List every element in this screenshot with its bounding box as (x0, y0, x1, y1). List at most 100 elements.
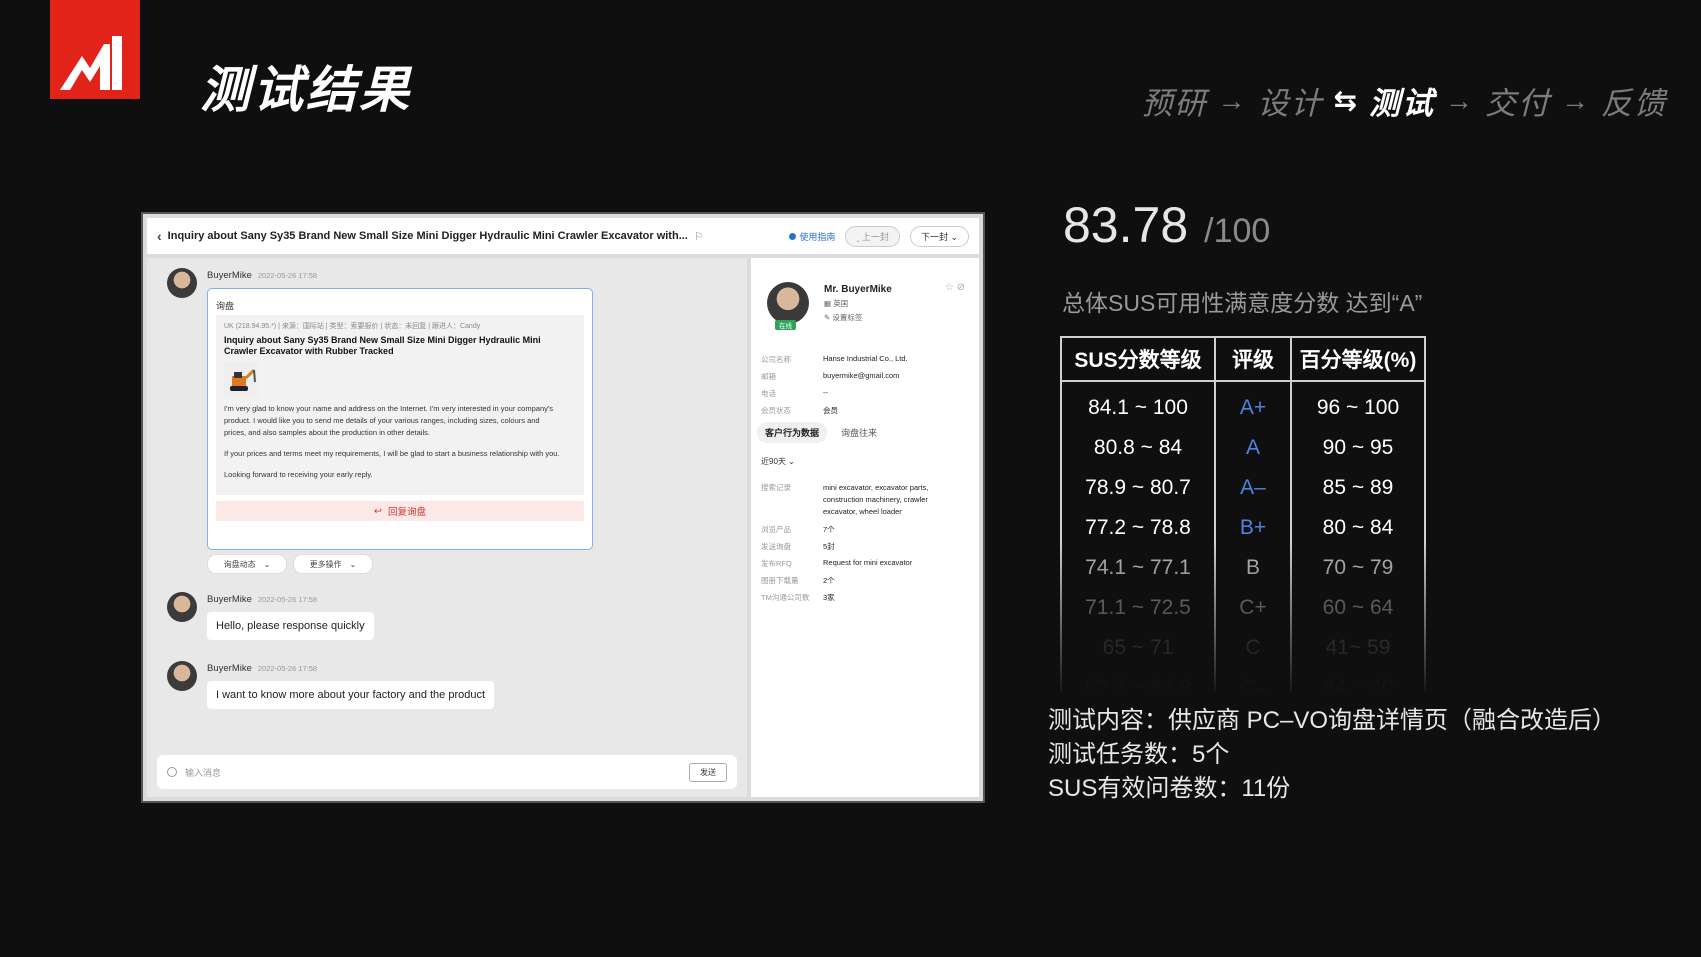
flag-icon[interactable]: ⚐ (694, 230, 704, 243)
field-key: 发送询盘 (761, 542, 791, 551)
sender-name: BuyerMike (207, 270, 252, 281)
percentile-cell: 85 ~ 89 (1290, 468, 1426, 508)
field-value: 3家 (823, 593, 835, 602)
arrow-right-icon: → (1445, 84, 1475, 116)
grade-cell: A+ (1214, 381, 1292, 428)
inquiry-header: ‹ Inquiry about Sany Sy35 Brand New Smal… (147, 218, 979, 254)
profile-actions: ☆ ⊘ (945, 282, 965, 293)
sus-score: 83.78/100 (1063, 196, 1270, 254)
sender-name: BuyerMike (207, 663, 252, 674)
tab-inquiry-history[interactable]: 询盘往来 (833, 422, 885, 443)
step-test: 测试 (1369, 86, 1435, 121)
action-label: 询盘动态 (223, 559, 256, 569)
questionnaire-count-note: SUS有效问卷数：11份 (1048, 775, 1291, 802)
behavior-field: 图册下载量 2个 (761, 575, 835, 586)
field-key: TM沟通公司数 (761, 593, 810, 602)
profile-field: 电话 -- (761, 388, 828, 399)
avatar (167, 592, 197, 622)
tab-behavior-data[interactable]: 客户行为数据 (757, 422, 828, 443)
excavator-thumbnail[interactable] (224, 362, 258, 396)
prev-label: 上一封 (861, 231, 889, 242)
set-tag-link[interactable]: ✎ 设置标签 (824, 312, 862, 323)
behavior-field: TM沟通公司数 3家 (761, 592, 835, 603)
avatar (167, 268, 197, 298)
inquiry-paragraph: I'm very glad to know your name and addr… (224, 404, 554, 437)
column-header: SUS分数等级 (1060, 336, 1216, 382)
step-feedback: 反馈 (1601, 86, 1667, 121)
task-count-note: 测试任务数：5个 (1048, 741, 1230, 768)
star-icon[interactable]: ☆ (945, 282, 954, 293)
inquiry-paragraph: Looking forward to receiving your early … (224, 470, 373, 479)
inquiry-meta: UK (218.94.95.*) | 来源：国际站 | 类型：索要报价 | 状态… (224, 323, 481, 330)
field-value: 7个 (823, 525, 835, 534)
step-delivery: 交付 (1485, 86, 1551, 121)
column-header: 评级 (1214, 336, 1292, 382)
field-key: 电话 (761, 389, 776, 398)
send-button[interactable]: 发送 (689, 762, 727, 782)
profile-field: 公司名称 Hanse Industrial Co., Ltd. (761, 354, 908, 365)
field-value: Request for mini excavator (823, 558, 913, 567)
range-selector[interactable]: 近90天 ⌄ (761, 456, 795, 467)
message-bubble: Hello, please response quickly (207, 612, 374, 640)
buyer-country: ▦ 英国 (824, 298, 848, 309)
inquiry-paragraph: If your prices and terms meet my require… (224, 449, 560, 458)
arrow-right-icon: → (1561, 84, 1591, 116)
next-button[interactable]: 下一封 ⌄ (909, 225, 969, 247)
field-key: 浏览产品 (761, 525, 791, 534)
sus-grade-table: SUS分数等级 评级 百分等级(%) 84.1 ~ 100 A+ 96 ~ 100 8… (1060, 336, 1426, 692)
table-fade-overlay (1060, 542, 1426, 692)
field-key: 图册下载量 (761, 576, 799, 585)
edit-icon: ✎ (824, 313, 831, 322)
reply-inquiry-button[interactable]: ↩ 回复询盘 (216, 501, 584, 521)
help-link[interactable]: 使用指南 (789, 230, 835, 243)
more-actions-button[interactable]: 更多操作 ⌄ (293, 554, 373, 574)
table-row: 78.9 ~ 80.7 A– 85 ~ 89 (1060, 468, 1426, 508)
message-time: 2022-05-26 17:58 (257, 664, 318, 673)
inquiry-screenshot: ‹ Inquiry about Sany Sy35 Brand New Smal… (141, 212, 985, 803)
info-icon (789, 232, 797, 240)
field-value: mini excavator, excavator parts, construc… (823, 482, 928, 518)
range-label: 近90天 (761, 457, 786, 466)
inquiry-card: 询盘 UK (218.94.95.*) | 来源：国际站 | 类型：索要报价 |… (207, 288, 593, 550)
behavior-field: 搜索记录 mini excavator, excavator parts, cons… (761, 482, 928, 516)
avatar (167, 661, 197, 691)
step-design: 设计 (1257, 86, 1324, 121)
message-time: 2022-05-26 17:58 (257, 595, 318, 604)
inquiry-body: I'm very glad to know your name and addr… (224, 403, 560, 490)
field-key: 搜索记录 (761, 483, 791, 492)
behavior-field: 发送询盘 5封 (761, 541, 835, 552)
help-label: 使用指南 (799, 231, 836, 242)
range-cell: 84.1 ~ 100 (1060, 381, 1216, 428)
chevron-down-icon: ⌄ (263, 559, 271, 569)
block-icon[interactable]: ⊘ (957, 282, 965, 293)
swap-arrows-icon: ⇆ (1333, 85, 1359, 116)
back-chevron-icon[interactable]: ‹ (157, 228, 162, 244)
message-input[interactable]: 输入消息 发送 (157, 755, 737, 789)
message-time: 2022-05-26 17:58 (257, 271, 318, 280)
buyer-profile-panel: 在线 Mr. BuyerMike ▦ 英国 ✎ 设置标签 ☆ ⊘ 公司名称 Han… (751, 258, 979, 797)
table-row: 80.8 ~ 84 A 90 ~ 95 (1060, 428, 1426, 468)
inquiry-content: UK (218.94.95.*) | 来源：国际站 | 类型：索要报价 | 状态… (216, 315, 584, 495)
action-label: 更多操作 (309, 559, 342, 569)
inquiry-activity-button[interactable]: 询盘动态 ⌄ (207, 554, 287, 574)
buyer-avatar (767, 282, 809, 324)
field-key: 公司名称 (761, 355, 791, 364)
test-content-note: 测试内容：供应商 PC–VO询盘详情页（融合改造后） (1048, 707, 1617, 734)
field-value: -- (823, 388, 828, 397)
table-row: 84.1 ~ 100 A+ 96 ~ 100 (1060, 381, 1426, 428)
column-header: 百分等级(%) (1290, 336, 1426, 382)
test-notes: 测试内容：供应商 PC–VO询盘详情页（融合改造后） 测试任务数：5个 SUS有… (1048, 704, 1616, 806)
next-label: 下一封 (920, 231, 948, 242)
emoji-icon[interactable] (167, 767, 177, 777)
prev-button[interactable]: ‸ 上一封 (845, 225, 900, 247)
card-title: 询盘 (216, 301, 235, 311)
table-header-row: SUS分数等级 评级 百分等级(%) (1060, 336, 1426, 382)
field-value: 2个 (823, 576, 835, 585)
message-sender: BuyerMike 2022-05-26 17:58 (207, 663, 317, 674)
product-title[interactable]: Inquiry about Sany Sy35 Brand New Small … (224, 335, 554, 357)
search-term-line: excavator, wheel loader (823, 507, 902, 516)
set-tag-label: 设置标签 (832, 313, 863, 322)
profile-tabs: 客户行为数据 询盘往来 (757, 422, 885, 443)
score-summary: 总体SUS可用性满意度分数 达到“A” (1062, 290, 1423, 316)
field-value: Hanse Industrial Co., Ltd. (823, 354, 908, 363)
